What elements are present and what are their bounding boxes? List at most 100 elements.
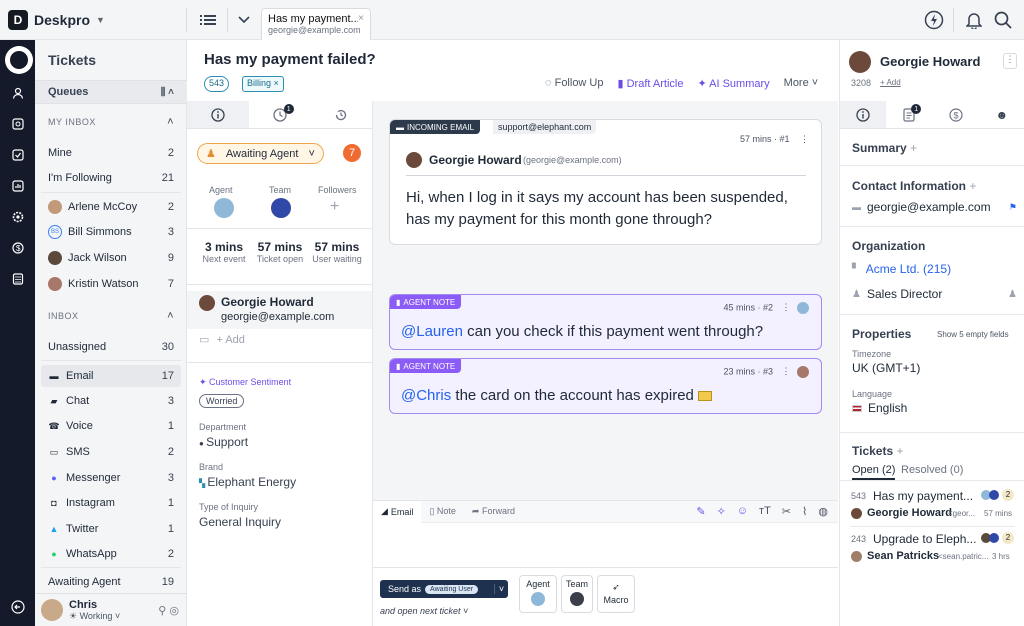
task-icon[interactable]	[9, 146, 26, 163]
tab-info[interactable]	[840, 101, 887, 128]
inbox-header[interactable]: INBOX ˄	[41, 305, 181, 327]
more-icon[interactable]: ⋮	[781, 302, 790, 312]
more-icon[interactable]: ⋮	[1003, 53, 1017, 69]
sidebar-item-awaiting-agent[interactable]: Awaiting Agent 19	[41, 571, 181, 593]
sidebar-item-instagram[interactable]: ◘ Instagram 1	[41, 492, 181, 514]
calendar-icon[interactable]	[9, 270, 26, 287]
list-icon[interactable]	[196, 8, 220, 32]
follow-up-button[interactable]: ◌ Follow Up	[545, 77, 604, 90]
type-value[interactable]: General Inquiry	[199, 515, 281, 529]
team-avatar[interactable]	[271, 198, 291, 218]
tickets-section[interactable]: Tickets +	[852, 444, 904, 458]
brand-value[interactable]: ▚ Elephant Energy	[199, 475, 296, 489]
more-icon[interactable]: ⋮	[800, 134, 809, 144]
lightning-icon[interactable]	[922, 8, 946, 32]
mention[interactable]: @Chris	[401, 387, 451, 404]
billing-label[interactable]: Billing ×	[242, 76, 284, 92]
urgency-badge[interactable]: 7	[343, 144, 361, 162]
department-value[interactable]: ● Support	[199, 435, 248, 449]
add-follower-icon[interactable]: +	[330, 198, 339, 216]
tab-history[interactable]: 1	[249, 101, 311, 128]
sidebar-item-voice[interactable]: ☎ Voice 1	[41, 415, 181, 437]
close-icon[interactable]: ×	[274, 78, 279, 88]
attachment-icon[interactable]: ⌇	[802, 505, 807, 518]
sentiment-tag[interactable]: Worried	[199, 394, 245, 408]
my-inbox-header[interactable]: MY INBOX ˄	[41, 111, 181, 133]
sidebar-item-arlene[interactable]: Arlene McCoy 2	[41, 196, 181, 218]
scissors-icon[interactable]: ✂	[782, 505, 791, 518]
agent-avatar[interactable]	[214, 198, 234, 218]
avatar	[851, 551, 862, 562]
chevron-down-icon[interactable]	[232, 8, 256, 32]
close-icon[interactable]: ×	[358, 13, 364, 24]
current-user[interactable]: Chris ☀ Working ˅ ⚲ ◎	[35, 593, 187, 626]
tab-tickets[interactable]: 1	[886, 101, 932, 128]
bell-icon[interactable]	[962, 8, 986, 32]
billing-icon[interactable]: $	[9, 239, 26, 256]
sidebar-item-unassigned[interactable]: Unassigned 30	[41, 336, 181, 358]
settings-icon[interactable]	[9, 208, 26, 225]
contact-info-section[interactable]: Contact Information +	[852, 179, 976, 193]
more-icon[interactable]: ⋮	[781, 366, 790, 376]
agent-assign-button[interactable]: Agent	[519, 575, 557, 613]
logout-icon[interactable]	[9, 598, 26, 615]
filter-icon[interactable]: ⫼ ˄	[161, 87, 174, 98]
tab-open-tickets[interactable]: Open (2)	[852, 464, 896, 480]
queues-header[interactable]: Queues ⫼ ˄	[35, 80, 187, 104]
ticket-list-item[interactable]: 543 Has my payment... 2 Georgie Howard <…	[840, 484, 1024, 524]
tab-resolved-tickets[interactable]: Resolved (0)	[901, 464, 963, 476]
sidebar-item-mine[interactable]: Mine 2	[41, 142, 181, 164]
sidebar-item-whatsapp[interactable]: ● WhatsApp 2	[41, 543, 181, 565]
format-text-icon[interactable]: ᴛT	[759, 505, 771, 518]
status-select[interactable]: ♟ Awaiting Agent ˅	[197, 143, 324, 164]
sidebar-item-jack[interactable]: Jack Wilson 9	[41, 247, 181, 269]
contact-email[interactable]: ▬ georgie@example.com ⚑	[852, 200, 1017, 214]
add-label-button[interactable]: + Add	[880, 78, 901, 87]
mention[interactable]: @Lauren	[401, 323, 463, 340]
tab-apps[interactable]: ☻	[979, 101, 1024, 128]
chevron-down-icon[interactable]: ˅	[494, 584, 508, 594]
macro-button[interactable]: ➶ Macro	[597, 575, 635, 613]
user-icon[interactable]	[9, 84, 26, 101]
open-next-ticket[interactable]: and open next ticket ˅	[380, 606, 468, 616]
sidebar-item-following[interactable]: I'm Following 21	[41, 167, 181, 189]
requester-card[interactable]: Georgie Howard georgie@example.com	[187, 291, 372, 329]
tab-log[interactable]	[310, 101, 372, 128]
tab-billing[interactable]: $	[933, 101, 979, 128]
draft-article-button[interactable]: ▮ Draft Article	[618, 77, 684, 90]
tab-email[interactable]: ◢ Email	[373, 500, 422, 523]
tab-forward[interactable]: ➦ Forward	[464, 506, 523, 517]
sidebar-item-email[interactable]: ▬ Email 17	[41, 365, 181, 387]
globe-icon[interactable]: ◍	[818, 505, 828, 518]
team-assign-button[interactable]: Team	[561, 575, 593, 613]
sidebar-item-sms[interactable]: ▭ SMS 2	[41, 441, 181, 463]
sidebar-item-twitter[interactable]: ▲ Twitter 1	[41, 518, 181, 540]
ticket-search-icon[interactable]	[9, 115, 26, 132]
ticket-tab[interactable]: Has my payment... georgie@example.com ×	[261, 8, 371, 40]
tab-note[interactable]: ▯ Note	[421, 506, 463, 517]
tab-info[interactable]	[187, 101, 249, 128]
sidebar-item-bill[interactable]: BS Bill Simmons 3	[41, 221, 181, 243]
sidebar-item-chat[interactable]: ▰ Chat 3	[41, 390, 181, 412]
presence-icon[interactable]: ⚲ ◎	[158, 604, 179, 617]
search-icon[interactable]	[991, 8, 1015, 32]
chat-icon[interactable]	[5, 46, 33, 74]
sidebar-item-kristin[interactable]: Kristin Watson 7	[41, 273, 181, 295]
chevron-down-icon[interactable]: ˅	[115, 611, 120, 621]
ticket-list-item[interactable]: 243 Upgrade to Eleph... 2 Sean Patricks …	[840, 527, 1024, 567]
role-text: Sales Director	[866, 287, 943, 301]
pen-icon[interactable]: ✎	[696, 505, 705, 518]
app-brand[interactable]: D Deskpro ▼	[8, 10, 105, 30]
show-empty-fields[interactable]: Show 5 empty fields	[937, 330, 1009, 339]
reports-icon[interactable]	[9, 177, 26, 194]
emoji-icon[interactable]: ☺	[737, 505, 748, 518]
add-cc[interactable]: ▭ + Add	[199, 333, 245, 346]
organization-link[interactable]: ▘ Acme Ltd. (215)	[852, 262, 951, 276]
more-button[interactable]: More ˅	[784, 77, 819, 90]
sidebar-item-messenger[interactable]: ● Messenger 3	[41, 467, 181, 489]
ai-summary-button[interactable]: ✦ AI Summary	[697, 77, 769, 90]
summary-section[interactable]: Summary +	[852, 141, 917, 155]
magic-wand-icon[interactable]: ✧	[717, 505, 726, 518]
ticket-id-badge[interactable]: 543	[204, 76, 230, 92]
send-as-button[interactable]: Send as Awaiting User ˅	[380, 580, 508, 598]
